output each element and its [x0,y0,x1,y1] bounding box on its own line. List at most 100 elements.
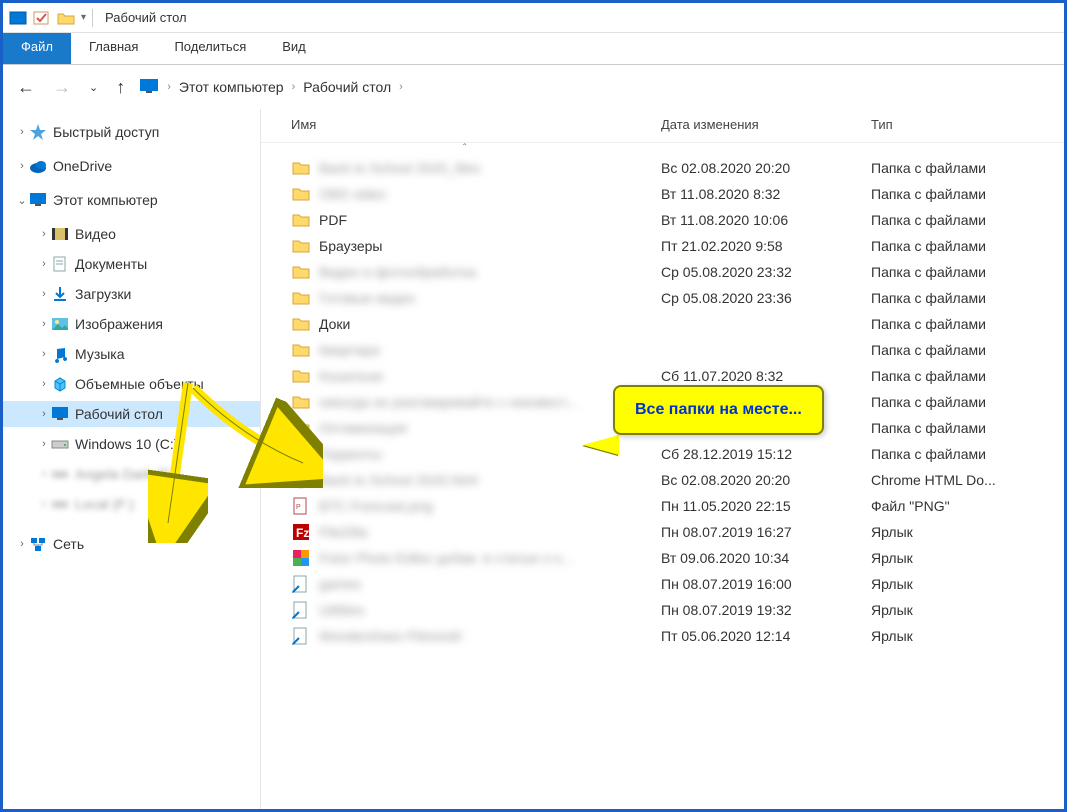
chevron-right-icon[interactable]: › [37,258,51,270]
tree-pictures[interactable]: ›Изображения [3,311,260,337]
file-row[interactable]: OBS videoВт 11.08.2020 8:32Папка с файла… [261,181,1064,207]
file-date: Вт 09.06.2020 10:34 [661,550,871,566]
chevron-right-icon[interactable]: › [15,538,29,550]
file-name: никогда не разговаривайте с неизвест... [319,394,661,410]
chevron-right-icon[interactable]: › [37,378,51,390]
chevron-right-icon[interactable]: › [37,408,51,420]
column-header-type[interactable]: Тип [871,117,1064,132]
file-row[interactable]: Готовые видеоСр 05.08.2020 23:36Папка с … [261,285,1064,311]
tree-downloads[interactable]: ›Загрузки [3,281,260,307]
file-row[interactable]: Back to School 2020.htmlВс 02.08.2020 20… [261,467,1064,493]
tree-onedrive[interactable]: ›OneDrive [3,153,260,179]
file-name: Доки [319,316,661,332]
file-row[interactable]: FzFileZillaПн 08.07.2019 16:27Ярлык [261,519,1064,545]
breadcrumb-item-thispc[interactable]: Этот компьютер [179,79,284,95]
breadcrumb[interactable]: › Этот компьютер › Рабочий стол › [139,78,403,97]
file-row[interactable]: gamesПн 08.07.2019 16:00Ярлык [261,571,1064,597]
breadcrumb-item-desktop[interactable]: Рабочий стол [303,79,391,95]
chevron-down-icon[interactable]: ⌄ [15,194,29,207]
chevron-right-icon[interactable]: › [292,81,296,93]
main-area: ›Быстрый доступ ›OneDrive ⌄Этот компьюте… [3,109,1064,809]
file-name: Wondershare Filmora9 [319,628,661,644]
tree-obscured-drive-2[interactable]: ›Local (F:) [3,491,260,517]
picture-icon [51,315,69,333]
file-date: Пн 08.07.2019 16:27 [661,524,871,540]
qat-dropdown-icon[interactable]: ▾ [81,12,86,23]
recent-dropdown-icon[interactable]: ⌄ [85,77,102,98]
file-row[interactable]: ТоррентыСб 28.12.2019 15:12Папка с файла… [261,441,1064,467]
file-name: Fotor Photo Editor добав. в статью о к..… [319,550,661,566]
chevron-right-icon[interactable]: › [167,81,171,93]
tree-videos[interactable]: ›Видео [3,221,260,247]
file-type: Папка с файлами [871,238,1064,254]
file-row[interactable]: Видео и фотообработкаСр 05.08.2020 23:32… [261,259,1064,285]
tree-3d-objects[interactable]: ›Объемные объекты [3,371,260,397]
file-type: Папка с файлами [871,290,1064,306]
file-type: Файл "PNG" [871,498,1064,514]
file-type: Папка с файлами [871,160,1064,176]
file-type: Папка с файлами [871,264,1064,280]
file-row[interactable]: ДокиПапка с файлами [261,311,1064,337]
annotation-callout-tail [583,435,619,455]
tree-c-drive[interactable]: ›Windows 10 (C:) [3,431,260,457]
tab-home[interactable]: Главная [71,33,156,64]
tree-network[interactable]: ›Сеть [3,531,260,557]
file-date: Пн 08.07.2019 19:32 [661,602,871,618]
ribbon-tabs: Файл Главная Поделиться Вид [3,33,1064,65]
svg-text:P: P [296,504,301,511]
title-bar: ▾ Рабочий стол [3,3,1064,33]
properties-icon[interactable] [33,11,51,25]
tree-music[interactable]: ›Музыка [3,341,260,367]
file-name: Кошельки [319,368,661,384]
tree-documents[interactable]: ›Документы [3,251,260,277]
chevron-right-icon[interactable]: › [37,288,51,300]
file-date: Вс 02.08.2020 20:20 [661,472,871,488]
tree-desktop[interactable]: ›Рабочий стол [3,401,260,427]
chevron-right-icon[interactable]: › [37,348,51,360]
folder-icon [291,262,311,282]
file-row[interactable]: PDFВт 11.08.2020 10:06Папка с файлами [261,207,1064,233]
file-row[interactable]: Back to School 2020_filesВс 02.08.2020 2… [261,155,1064,181]
cloud-icon [29,157,47,175]
monitor-icon [139,78,159,97]
tab-file[interactable]: Файл [3,33,71,64]
back-button[interactable]: ← [13,73,39,102]
tree-this-pc[interactable]: ⌄Этот компьютер [3,187,260,213]
file-row[interactable]: КвартираПапка с файлами [261,337,1064,363]
chevron-right-icon[interactable]: › [15,160,29,172]
file-name: Utilities [319,602,661,618]
tab-view[interactable]: Вид [264,33,324,64]
folder-icon [291,158,311,178]
chevron-right-icon[interactable]: › [399,81,403,93]
file-row[interactable]: Wondershare Filmora9Пт 05.06.2020 12:14Я… [261,623,1064,649]
file-pane: Имя Дата изменения Тип ˆ Back to School … [261,109,1064,809]
folder-icon [291,418,311,438]
drive-icon [51,435,69,453]
document-icon [51,255,69,273]
column-header-date[interactable]: Дата изменения [661,117,871,132]
file-name: Оптимизация [319,420,661,436]
chevron-right-icon[interactable]: › [37,318,51,330]
tab-share[interactable]: Поделиться [156,33,264,64]
tree-obscured-drive-1[interactable]: ›Angela Dark (E:) [3,461,260,487]
column-header-name[interactable]: Имя [291,117,661,132]
file-name: PDF [319,212,661,228]
file-row[interactable]: БраузерыПт 21.02.2020 9:58Папка с файлам… [261,233,1064,259]
tree-quick-access[interactable]: ›Быстрый доступ [3,119,260,145]
file-type: Папка с файлами [871,342,1064,358]
file-type: Папка с файлами [871,420,1064,436]
chevron-right-icon[interactable]: › [37,228,51,240]
forward-button[interactable]: → [49,73,75,102]
up-button[interactable]: ↑ [112,73,129,102]
file-type: Chrome HTML Do... [871,472,1064,488]
file-row[interactable]: PBTC Forecast.pngПн 11.05.2020 22:15Файл… [261,493,1064,519]
file-row[interactable]: UtilitiesПн 08.07.2019 19:32Ярлык [261,597,1064,623]
file-name: Back to School 2020.html [319,472,661,488]
download-icon [51,285,69,303]
folder-icon [57,11,75,25]
file-date: Пт 05.06.2020 12:14 [661,628,871,644]
file-row[interactable]: Fotor Photo Editor добав. в статью о к..… [261,545,1064,571]
chevron-right-icon[interactable]: › [37,438,51,450]
chevron-right-icon[interactable]: › [15,126,29,138]
file-icon [291,574,311,594]
